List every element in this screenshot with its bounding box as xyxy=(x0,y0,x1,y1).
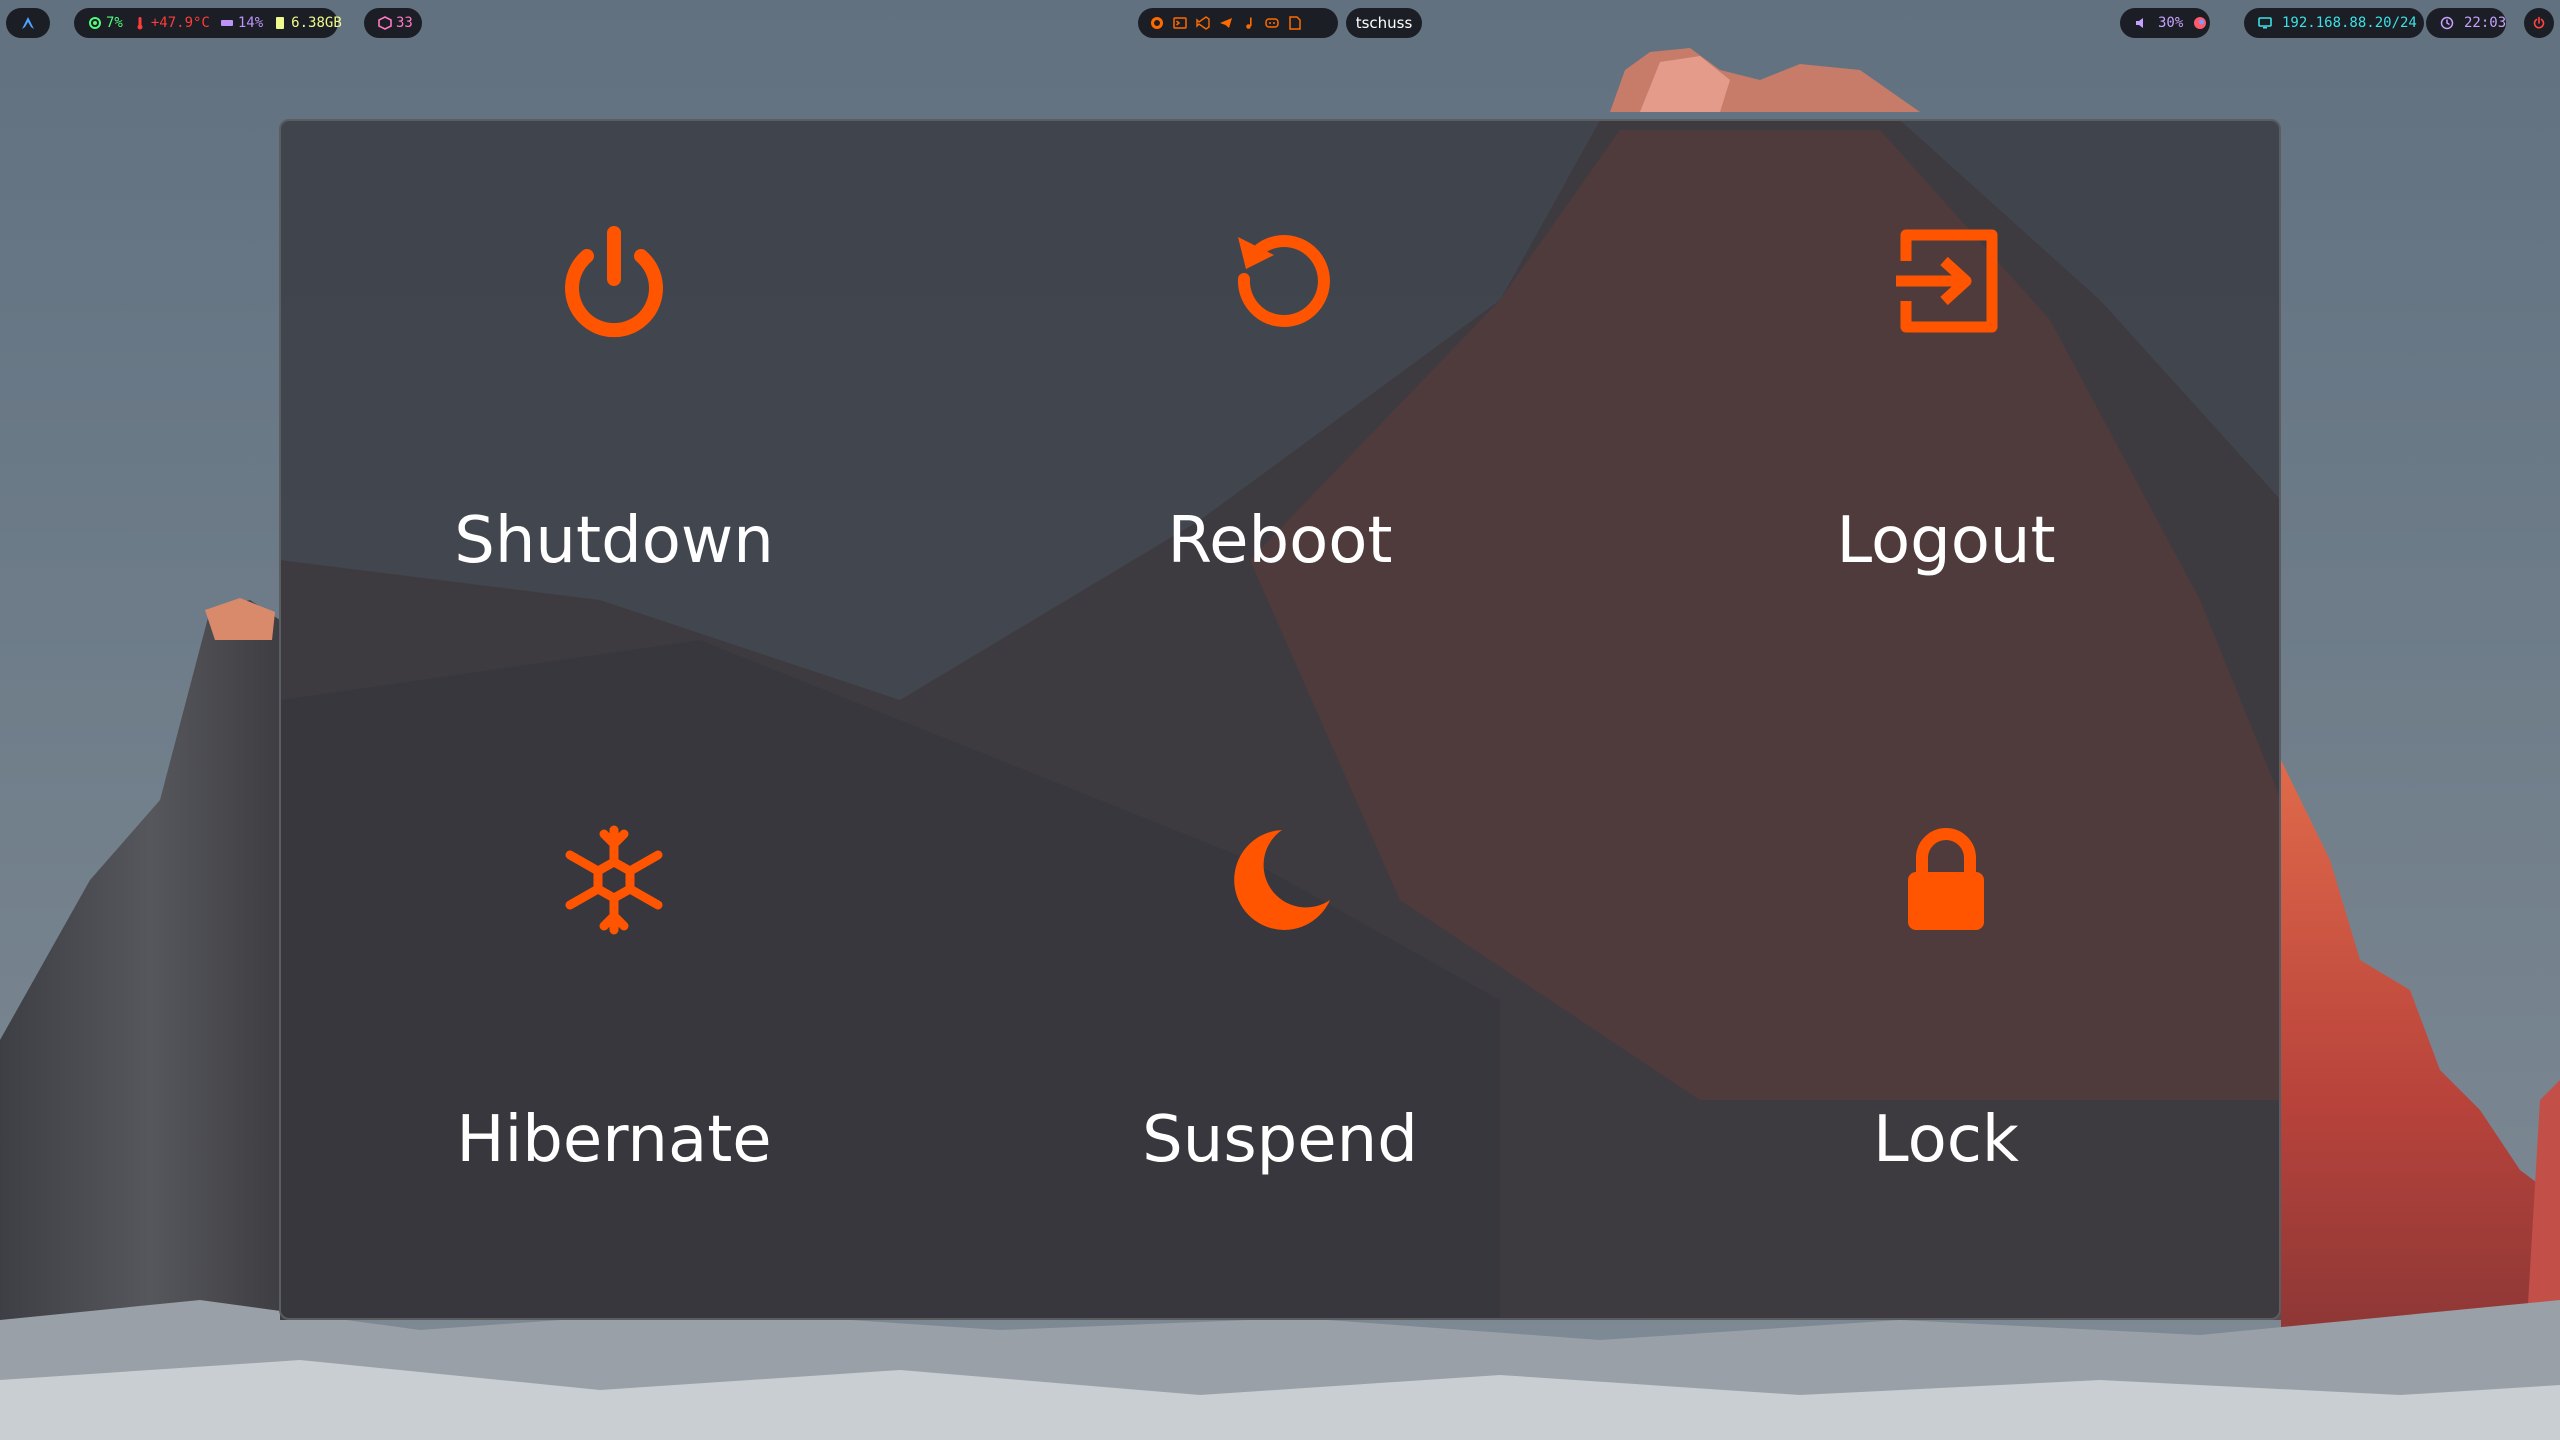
disk-icon xyxy=(273,16,287,30)
volume-control[interactable]: 30% xyxy=(2120,8,2210,38)
logout-label: Logout xyxy=(1836,504,2056,578)
disk-usage-value: 6.38GB xyxy=(291,15,342,31)
memory-usage: 14% xyxy=(220,15,263,31)
ip-address: 192.168.88.20/24 xyxy=(2282,15,2417,31)
shutdown-option[interactable]: Shutdown xyxy=(281,121,947,720)
firefox-icon[interactable] xyxy=(1150,16,1164,30)
window-title-text: tschuss xyxy=(1355,14,1413,32)
suspend-option[interactable]: Suspend xyxy=(947,720,1613,1319)
thermometer-icon xyxy=(133,16,147,30)
terminal-icon[interactable] xyxy=(1173,16,1187,30)
moon-icon xyxy=(1220,820,1340,940)
disk-usage: 6.38GB xyxy=(273,15,342,31)
files-icon[interactable] xyxy=(1288,16,1302,30)
reboot-label: Reboot xyxy=(1167,504,1393,578)
logout-icon xyxy=(1886,221,2006,341)
music-icon[interactable] xyxy=(1242,16,1256,30)
lock-icon xyxy=(1886,820,2006,940)
discord-icon[interactable] xyxy=(1265,16,1279,30)
temperature: +47.9°C xyxy=(133,15,210,31)
logout-menu: Shutdown Reboot Logout Hibernate Suspend… xyxy=(279,119,2281,1320)
monitor-icon xyxy=(2258,16,2272,30)
avatar-icon xyxy=(2193,16,2207,30)
hibernate-option[interactable]: Hibernate xyxy=(281,720,947,1319)
network-indicator[interactable]: 192.168.88.20/24 xyxy=(2244,8,2424,38)
speaker-icon xyxy=(2134,16,2148,30)
system-stats: 7% +47.9°C 14% 6.38GB xyxy=(74,8,342,38)
app-launcher-tray xyxy=(1138,8,1338,38)
clock-icon xyxy=(2440,16,2454,30)
power-button[interactable] xyxy=(2524,8,2554,38)
arch-logo-icon xyxy=(21,16,35,30)
cpu-usage-value: 7% xyxy=(106,15,123,31)
active-window-title: tschuss xyxy=(1346,8,1422,38)
updates-indicator[interactable]: 33 xyxy=(364,8,422,38)
clock-time: 22:03 xyxy=(2464,15,2507,31)
clock-widget[interactable]: 22:03 xyxy=(2426,8,2506,38)
power-icon xyxy=(2532,16,2546,30)
logout-option[interactable]: Logout xyxy=(1613,121,2279,720)
lock-option[interactable]: Lock xyxy=(1613,720,2279,1319)
snowflake-icon xyxy=(554,820,674,940)
telegram-icon[interactable] xyxy=(1219,16,1233,30)
power-icon xyxy=(554,221,674,341)
reboot-icon xyxy=(1220,221,1340,341)
reboot-option[interactable]: Reboot xyxy=(947,121,1613,720)
memory-icon xyxy=(220,16,234,30)
suspend-label: Suspend xyxy=(1142,1102,1418,1177)
cpu-icon xyxy=(88,16,102,30)
launcher-button[interactable] xyxy=(6,8,50,38)
temperature-value: +47.9°C xyxy=(150,15,210,31)
vscode-icon[interactable] xyxy=(1196,16,1210,30)
package-icon xyxy=(378,16,392,30)
updates-count: 33 xyxy=(396,15,413,31)
shutdown-label: Shutdown xyxy=(454,504,774,578)
cpu-usage: 7% xyxy=(88,15,123,31)
lock-label: Lock xyxy=(1873,1102,2019,1177)
hibernate-label: Hibernate xyxy=(456,1102,772,1177)
memory-usage-value: 14% xyxy=(237,15,264,31)
volume-level: 30% xyxy=(2158,15,2184,31)
